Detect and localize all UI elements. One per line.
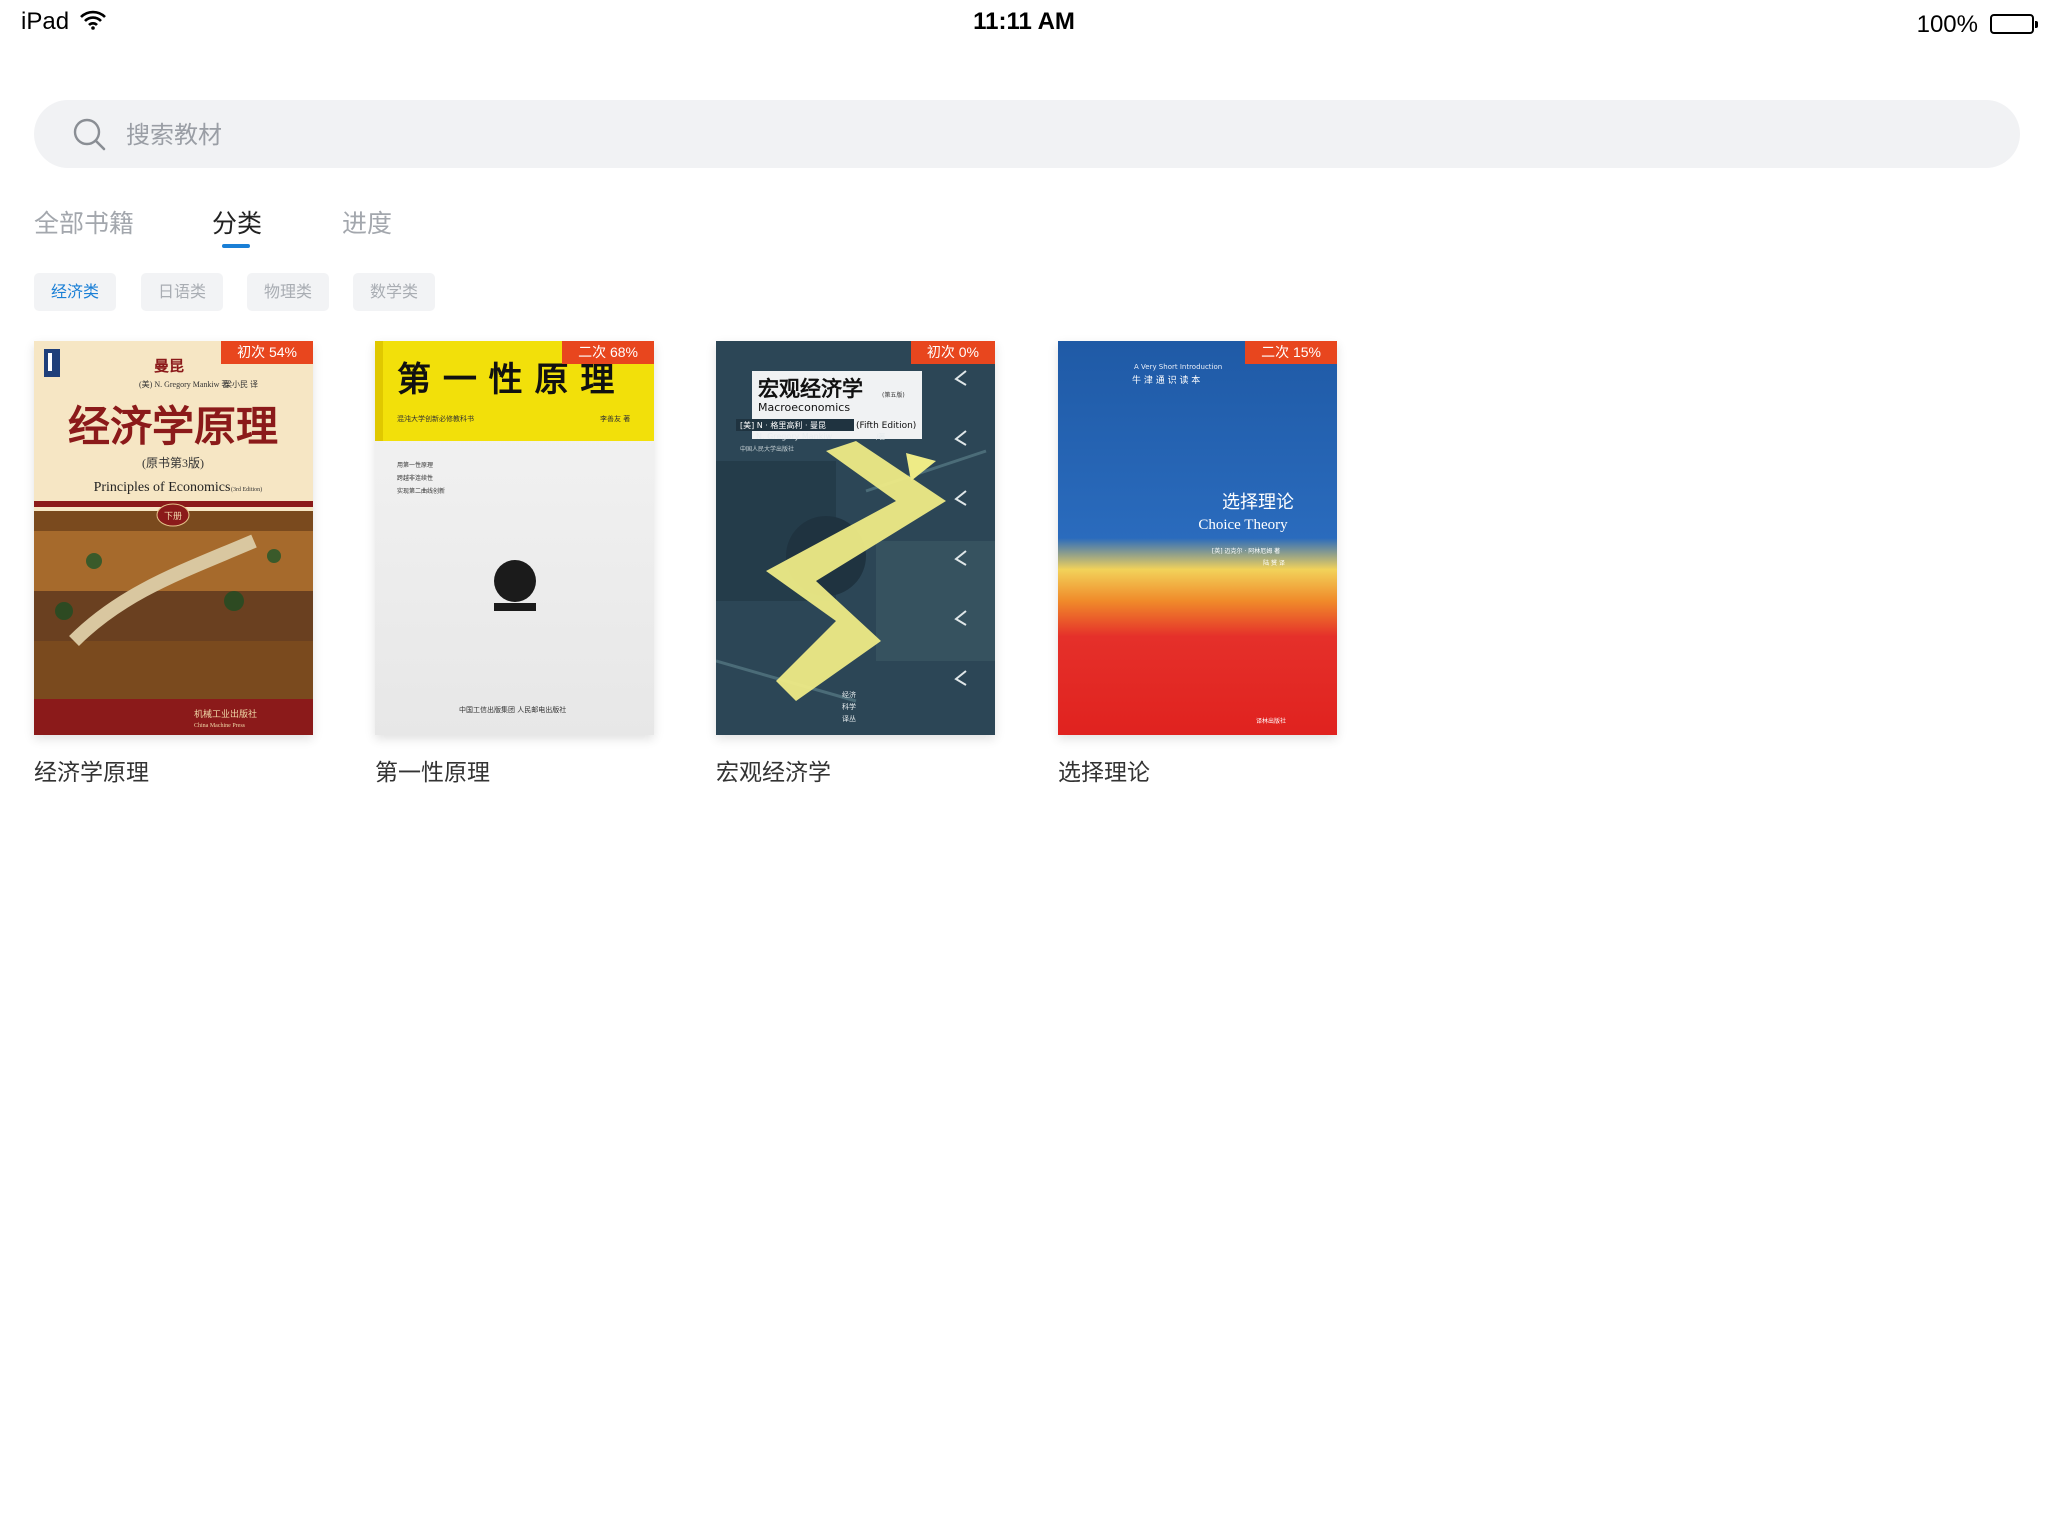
cover-edition-cn: (第五版) [882, 391, 905, 399]
tab-categories[interactable]: 分类 [212, 204, 262, 240]
cover-line: 跨越非连续性 [397, 474, 433, 482]
book-title[interactable]: 选择理论 [1058, 753, 1337, 787]
status-time: 11:11 AM [973, 8, 1075, 35]
cover-role: /著 [876, 432, 885, 441]
cover-volume: 下册 [164, 511, 182, 522]
cover-edition: (原书第3版) [142, 456, 204, 470]
cover-author-cn: 曼昆 [154, 357, 184, 375]
book-cover[interactable]: A Very Short Introduction 牛 津 通 识 读 本 选择… [1058, 341, 1337, 735]
cover-line: 用第一性原理 [397, 461, 433, 469]
book-title[interactable]: 第一性原理 [375, 753, 654, 787]
cover-line: 实现第二曲线创新 [397, 487, 445, 495]
cover-series-cn: 牛 津 通 识 读 本 [1132, 374, 1200, 386]
cover-main-title: 经济学原理 [68, 402, 278, 451]
cover-publisher-en: China Machine Press [194, 723, 246, 729]
battery-icon [1990, 14, 2038, 34]
tab-all-books[interactable]: 全部书籍 [34, 204, 134, 240]
cover-translator: 陆 赟 译 [1263, 559, 1285, 567]
cover-publisher: 中国工信出版集团 人民邮电出版社 [459, 705, 566, 714]
cover-publisher: 机械工业出版社 [194, 708, 257, 720]
cover-series-en: A Very Short Introduction [1134, 363, 1222, 371]
book-card[interactable]: 宏观经济学 (第五版) Macroeconomics [美] N · 格里高利 … [716, 341, 995, 787]
battery-percent: 100% [1916, 11, 1978, 38]
progress-badge: 初次 0% [910, 341, 995, 364]
book-card[interactable]: A Very Short Introduction 牛 津 通 识 读 本 选择… [1058, 341, 1337, 787]
status-bar: iPad 11:11 AM 100% [0, 0, 2048, 44]
book-title[interactable]: 经济学原理 [34, 753, 313, 787]
cover-publisher: 译林出版社 [1256, 717, 1286, 725]
cover-author-en: N. Gregory Mankiw [756, 432, 833, 441]
cover-footer: 经济 [842, 690, 856, 699]
cover-main-title: 选择理论 [1222, 492, 1294, 513]
cover-english-title: Choice Theory [1198, 517, 1288, 533]
cover-footer: 科学 [842, 702, 856, 711]
book-cover[interactable]: 第 一 性 原 理 混沌大学创新必修教科书 李善友 著 用第一性原理 跨越非连续… [375, 341, 654, 735]
chip-economics[interactable]: 经济类 [34, 273, 117, 311]
book-cover[interactable]: 曼昆 (美) N. Gregory Mankiw 著 梁小民 译 经济学原理 (… [34, 341, 313, 735]
chip-japanese[interactable]: 日语类 [141, 273, 224, 311]
book-card[interactable]: 曼昆 (美) N. Gregory Mankiw 著 梁小民 译 经济学原理 (… [34, 341, 313, 787]
cover-edition-en: (Fifth Edition) [856, 421, 916, 431]
chip-math[interactable]: 数学类 [353, 273, 436, 311]
cover-footer: 译丛 [842, 714, 856, 723]
cover-main-title: 宏观经济学 [758, 377, 863, 401]
search-icon [72, 117, 108, 157]
cover-english-edition: (3rd Edition) [231, 486, 262, 493]
active-tab-indicator [222, 244, 250, 248]
tab-progress[interactable]: 进度 [342, 204, 392, 240]
cover-author: [英] 迈克尔 · 阿林厄姆 著 [1212, 547, 1280, 555]
cover-translator: 梁小民 译 [224, 380, 258, 389]
chip-physics[interactable]: 物理类 [247, 273, 330, 311]
cover-main-title: 第 一 性 原 理 [397, 360, 614, 400]
cover-author: [美] N · 格里高利 · 曼昆 [740, 420, 826, 430]
cover-english-title: Macroeconomics [758, 401, 850, 414]
cover-english-title: Principles of Economics [94, 480, 231, 495]
search-input[interactable] [124, 100, 1928, 170]
book-cover[interactable]: 宏观经济学 (第五版) Macroeconomics [美] N · 格里高利 … [716, 341, 995, 735]
progress-badge: 初次 54% [221, 341, 313, 364]
search-bar[interactable] [34, 100, 2020, 170]
cover-author: 李善友 著 [600, 414, 630, 423]
progress-badge: 二次 15% [1245, 341, 1337, 364]
cover-publisher: 中国人民大学出版社 [740, 445, 794, 453]
book-title[interactable]: 宏观经济学 [716, 753, 995, 787]
book-card[interactable]: 第 一 性 原 理 混沌大学创新必修教科书 李善友 著 用第一性原理 跨越非连续… [375, 341, 654, 787]
cover-series: 混沌大学创新必修教科书 [397, 414, 474, 423]
cover-author-en: (美) N. Gregory Mankiw 著 [139, 379, 229, 389]
progress-badge: 二次 68% [562, 341, 654, 364]
